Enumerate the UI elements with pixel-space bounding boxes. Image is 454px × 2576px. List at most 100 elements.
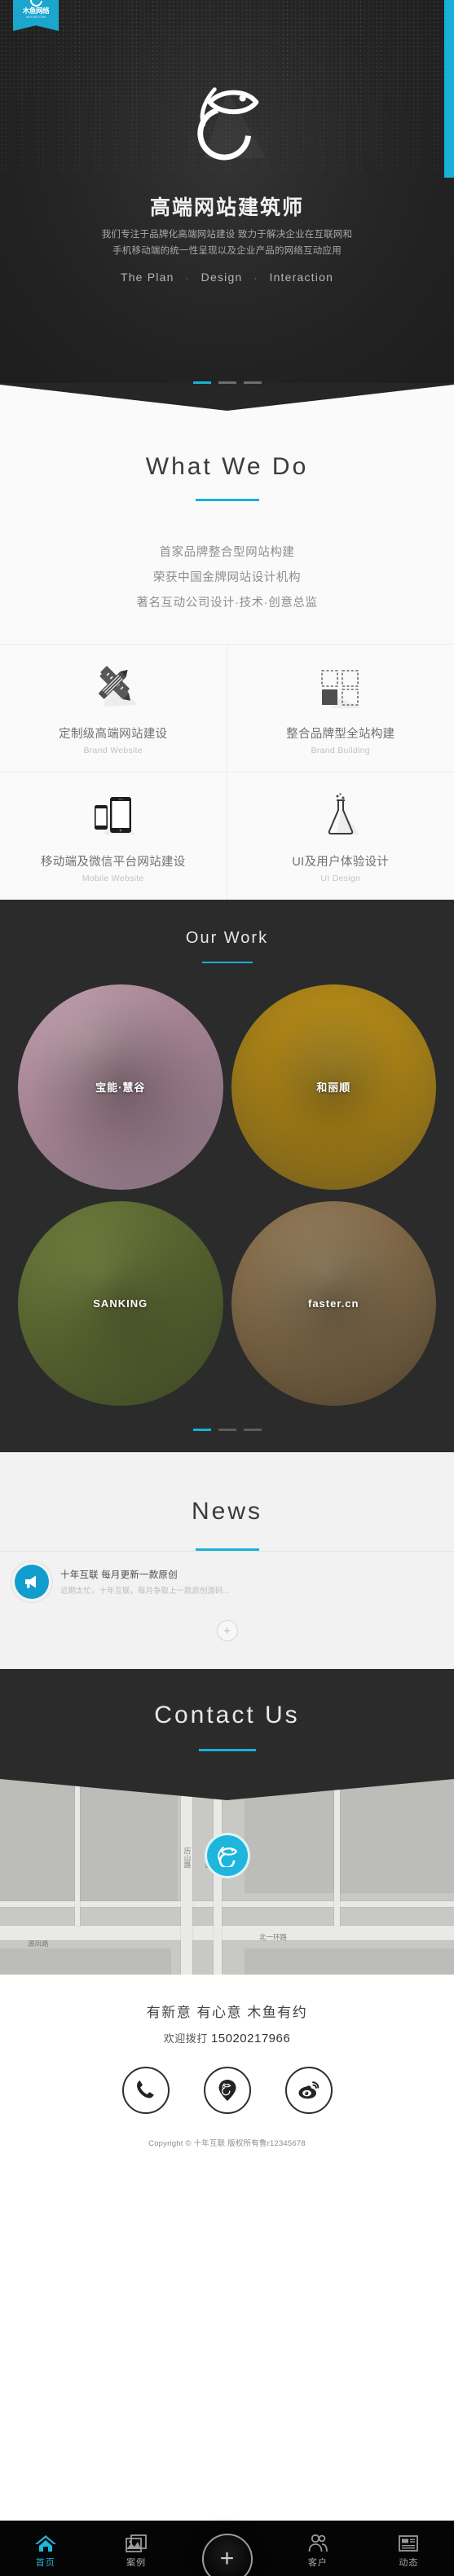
service-title-cn: 定制级高端网站建设 [59, 728, 168, 741]
phone-tablet-icon [5, 790, 222, 841]
what-we-do-section: What We Do 首家品牌整合型网站构建 荣获中国金牌网站设计机构 著名互动… [0, 383, 454, 900]
hero-slider-dot-3[interactable] [243, 381, 262, 384]
service-card-ui-design[interactable]: UI及用户体验设计 UI Design [227, 773, 454, 900]
hero-keyword-plan: The Plan [120, 271, 174, 284]
footer-copyright: Copyright © 十年互联 版权所有鲁r12345678 [148, 2139, 306, 2148]
footer-social-links [0, 2067, 454, 2114]
what-we-do-point-2: 荣获中国金牌网站设计机构 [152, 571, 302, 584]
service-card-brand-building[interactable]: 整合品牌型全站构建 Brand Building [227, 645, 454, 773]
fish-pin-icon[interactable] [204, 1833, 250, 1878]
contact-section-header: Contact Us [0, 1669, 454, 1779]
service-card-mobile-website[interactable]: 移动端及微信平台网站建设 Mobile Website [0, 773, 227, 900]
news-list: 十年互联 每月更新一款原创 近期太忙，十年互联，每月争取上一款原创源码... [0, 1551, 454, 1612]
grid-squares-icon [232, 663, 450, 713]
service-title-en: Brand Building [311, 746, 370, 755]
hero-keyword-design: Design [201, 271, 243, 284]
pencil-ruler-icon [5, 663, 222, 713]
hero-fish-logo-icon [179, 75, 275, 166]
service-card-brand-website[interactable]: 定制级高端网站建设 Brand Website [0, 645, 227, 773]
service-title-cn: UI及用户体验设计 [292, 856, 390, 869]
hero-subtitle: 我们专注于品牌化高端网站建设 致力于解决企业在互联网和 手机移动端的统一性呈现以… [0, 227, 454, 259]
gallery-icon [126, 2534, 148, 2552]
tab-cases[interactable]: 案例 [90, 2529, 181, 2569]
tab-home[interactable]: 首页 [0, 2529, 90, 2569]
portfolio-slider-dot-1[interactable] [192, 1429, 211, 1431]
bottom-tab-bar: 首页 案例 + 客户 动态 [0, 2521, 454, 2576]
hero-subtitle-line-2: 手机移动端的统一性呈现以及企业产品的网络互动应用 [112, 246, 342, 256]
news-icon [399, 2534, 419, 2552]
portfolio-item[interactable]: SANKING [18, 1200, 223, 1406]
news-section: News 十年互联 每月更新一款原创 近期太忙，十年互联，每月争取上一款原创源码… [0, 1452, 454, 1669]
portfolio-grid: 宝能·慧谷 和丽顺 SANKING faster.cn [0, 984, 454, 1406]
what-we-do-points: 首家品牌整合型网站构建 荣获中国金牌网站设计机构 著名互动公司设计·技术·创意总… [0, 540, 454, 644]
section-underline [198, 1749, 256, 1751]
portfolio-item[interactable]: 宝能·慧谷 [18, 984, 223, 1190]
tab-home-label: 首页 [35, 2557, 55, 2568]
tab-cases-label: 案例 [126, 2557, 147, 2568]
footer-call-prefix: 欢迎拨打 [163, 2032, 208, 2045]
portfolio-slider-pagination[interactable] [0, 1429, 454, 1431]
tab-news-label: 动态 [399, 2557, 419, 2568]
service-title-en: Brand Website [83, 746, 143, 755]
footer-phone-number[interactable]: 15020217966 [211, 2032, 290, 2045]
portfolio-caption: SANKING [82, 1297, 159, 1310]
plus-glyph: + [219, 2545, 235, 2572]
service-title-en: Mobile Website [82, 874, 144, 883]
site-logo-ribbon[interactable]: 木鱼网络 MUYU007.COM [13, 0, 59, 31]
tab-clients[interactable]: 客户 [272, 2529, 363, 2569]
news-summary: 近期太忙，十年互联，每月争取上一款原创源码... [60, 1587, 230, 1596]
what-we-do-point-1: 首家品牌整合型网站构建 [159, 546, 295, 559]
flask-icon [232, 790, 450, 841]
ribbon-brand-cn: 木鱼网络 [22, 7, 50, 15]
news-text-block: 十年互联 每月更新一款原创 近期太忙，十年互联，每月争取上一款原创源码... [60, 1568, 229, 1596]
portfolio-slider-dot-2[interactable] [218, 1429, 236, 1431]
section-underline [195, 499, 259, 501]
news-load-more[interactable]: + [0, 1612, 454, 1669]
plus-icon[interactable]: + [201, 2534, 253, 2576]
tab-clients-label: 客户 [307, 2557, 328, 2568]
news-headline: 十年互联 每月更新一款原创 [60, 1570, 178, 1580]
map-street-label: 历山路 [183, 1847, 192, 1869]
news-list-item[interactable]: 十年互联 每月更新一款原创 近期太忙，十年互联，每月争取上一款原创源码... [0, 1552, 454, 1612]
mobile-page: 木鱼网络 MUYU007.COM 高端网站建筑师 我们专注于品牌化高端网站建设 … [0, 0, 454, 2576]
location-pin-icon[interactable] [203, 2067, 251, 2114]
hero-keyword-interaction: Interaction [269, 271, 334, 284]
weibo-icon[interactable] [284, 2067, 333, 2114]
portfolio-caption: 宝能·慧谷 [84, 1079, 156, 1094]
megaphone-icon [15, 1565, 49, 1599]
plus-icon[interactable]: + [216, 1620, 238, 1641]
service-title-en: UI Design [320, 874, 361, 883]
portfolio-caption-main: 和丽顺 [316, 1081, 351, 1094]
portfolio-caption-main: faster.cn [308, 1297, 359, 1310]
hero-subtitle-line-1: 我们专注于品牌化高端网站建设 致力于解决企业在互联网和 [101, 230, 353, 240]
our-work-title: Our Work [185, 929, 269, 947]
ribbon-brand-en: MUYU007.COM [26, 15, 46, 19]
home-icon [34, 2534, 56, 2552]
phone-icon[interactable] [121, 2067, 170, 2114]
portfolio-item[interactable]: faster.cn [231, 1200, 436, 1406]
portfolio-caption: faster.cn [297, 1297, 370, 1310]
users-icon [308, 2534, 328, 2552]
map-street-label: 北一环路 [259, 1933, 288, 1941]
portfolio-slider-dot-3[interactable] [243, 1429, 262, 1431]
portfolio-caption-main: 宝能·慧谷 [95, 1081, 146, 1094]
portfolio-item[interactable]: 和丽顺 [231, 984, 436, 1190]
hero-section: 木鱼网络 MUYU007.COM 高端网站建筑师 我们专注于品牌化高端网站建设 … [0, 0, 454, 383]
hero-slider-dot-2[interactable] [218, 381, 236, 384]
our-work-section: Our Work 宝能·慧谷 和丽顺 SANKING faster.cn [0, 900, 454, 1452]
what-we-do-title: What We Do [145, 453, 309, 480]
hero-keywords: The Plan · Design · Interaction [0, 271, 454, 284]
keyword-separator: · [253, 274, 258, 284]
hero-slider-pagination[interactable] [0, 381, 454, 384]
service-title-cn: 移动端及微信平台网站建设 [40, 856, 186, 869]
map-street-label: 源凤路 [28, 1940, 49, 1948]
hero-slider-dot-1[interactable] [192, 381, 211, 384]
section-underline [201, 962, 253, 963]
contact-map[interactable]: 源凤路 北一环路 历山路 山大路 [0, 1779, 454, 1975]
tab-news[interactable]: 动态 [364, 2529, 454, 2569]
footer: 有新意 有心意 木鱼有约 欢迎拨打 15020217966 Copyright … [0, 1975, 454, 2163]
portfolio-caption: 和丽顺 [305, 1079, 362, 1094]
contact-title: Contact Us [154, 1702, 300, 1728]
service-grid: 定制级高端网站建设 Brand Website 整合品牌型全站构建 Brand … [0, 644, 454, 900]
what-we-do-point-3: 著名互动公司设计·技术·创意总监 [136, 597, 318, 610]
